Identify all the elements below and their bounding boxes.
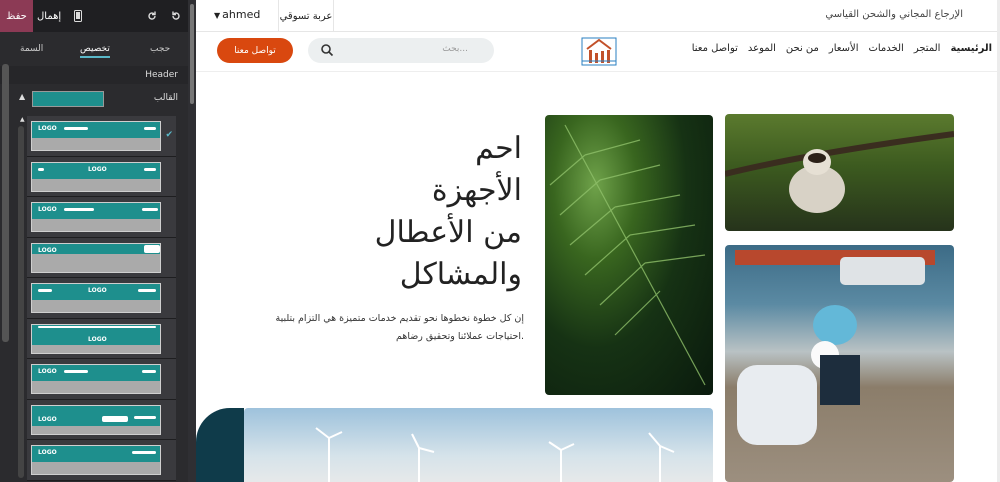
tab-theme[interactable]: السمة (20, 44, 43, 54)
editor-toolbar: حفظ إهمال (0, 0, 196, 32)
template-thumb: LOGO (31, 283, 161, 313)
save-button[interactable]: حفظ (0, 0, 33, 32)
caret-down-icon: ▼ (214, 11, 221, 20)
template-thumb: LOGO (31, 202, 161, 232)
template-thumb: LOGO (31, 364, 161, 394)
hero-title: احم الأجهزة من الأعطال والمشاكل (374, 131, 522, 292)
template-thumb: LOGO (31, 242, 161, 273)
nav-menu: الرئيسية المتجر الخدمات الأسعار من نحن ا… (692, 43, 992, 54)
beach-cleanup-image (725, 245, 954, 482)
template-thumb: LOGO (31, 323, 161, 354)
editor-scrollbar[interactable] (188, 0, 196, 482)
wind-turbines-image (244, 408, 713, 482)
logo-icon[interactable] (581, 35, 617, 67)
nav-item-shop[interactable]: المتجر (914, 43, 941, 54)
mobile-preview-icon[interactable] (68, 0, 88, 32)
scroll-thumb[interactable] (190, 4, 194, 104)
nav-item-services[interactable]: الخدمات (868, 43, 903, 54)
template-option[interactable]: LOGO (27, 156, 176, 197)
discard-button[interactable]: إهمال (37, 0, 61, 32)
search-placeholder: بحث... (442, 44, 468, 54)
section-header-title: Header (0, 66, 190, 84)
hero-subtitle: إن كل خطوة نخطوها نحو تقديم خدمات متميزة… (275, 313, 524, 342)
template-option[interactable]: LOGO (27, 197, 176, 238)
template-thumb: LOGO (31, 161, 161, 192)
nav-item-pricing[interactable]: الأسعار (829, 43, 859, 54)
undo-icon[interactable] (166, 0, 186, 32)
current-template-thumb (32, 91, 104, 107)
template-option[interactable]: LOGO (27, 237, 176, 278)
user-menu[interactable]: ▼ ahmed (214, 8, 260, 21)
template-thumb: LOGO (31, 121, 161, 151)
template-thumb: LOGO (31, 404, 161, 435)
scroll-up-icon[interactable]: ▲ (20, 116, 25, 123)
nav-item-home[interactable]: الرئيسية (950, 43, 992, 54)
template-selector[interactable]: ▲ القالب (16, 88, 190, 110)
template-label: القالب (153, 93, 178, 103)
contact-button[interactable]: تواصل معنا (217, 38, 293, 63)
template-option[interactable]: LOGO ✔ (27, 116, 176, 157)
nav-item-about[interactable]: من نحن (786, 43, 819, 54)
search-icon (321, 44, 334, 57)
editor-panel: حفظ إهمال السمة تخصيص حجب Header ▲ القال… (0, 0, 196, 482)
template-option[interactable]: LOGO (27, 278, 176, 319)
tab-hide[interactable]: حجب (150, 44, 170, 54)
caret-up-icon[interactable]: ▲ (19, 92, 25, 101)
inner-scrollbar[interactable] (18, 126, 24, 478)
site-preview: ▼ ahmed عربة تسوقي الإرجاع المجاني والشحن… (196, 0, 1000, 482)
template-option[interactable]: LOGO (27, 318, 176, 359)
promo-bar: ▼ ahmed عربة تسوقي الإرجاع المجاني والشحن… (196, 0, 1000, 32)
decorative-shape (196, 408, 244, 482)
nav-item-appointment[interactable]: الموعد (748, 43, 776, 54)
main-nav: تواصل معنا بحث... الرئيسية المتجر الخدما… (196, 32, 1000, 72)
editor-tabs: السمة تخصيص حجب (0, 40, 190, 60)
template-option[interactable]: LOGO (27, 359, 176, 400)
check-icon: ✔ (165, 130, 173, 140)
template-option[interactable]: LOGO (27, 399, 176, 440)
search-input[interactable]: بحث... (308, 38, 494, 63)
tab-customize[interactable]: تخصيص (80, 44, 110, 58)
pine-branch-image (545, 115, 713, 395)
template-list: LOGO ✔ LOGO LOGO LOGO LOGO LOGO LOGO LOG… (27, 116, 176, 482)
cart-link[interactable]: عربة تسوقي (278, 0, 334, 32)
nav-item-contact[interactable]: تواصل معنا (692, 43, 738, 54)
template-option[interactable]: LOGO (27, 440, 176, 481)
monkey-image (725, 114, 954, 231)
template-thumb: LOGO (31, 445, 161, 475)
outer-scrollbar[interactable] (2, 64, 9, 342)
redo-icon[interactable] (142, 0, 162, 32)
promo-text: الإرجاع المجاني والشحن القياسي (825, 9, 963, 20)
